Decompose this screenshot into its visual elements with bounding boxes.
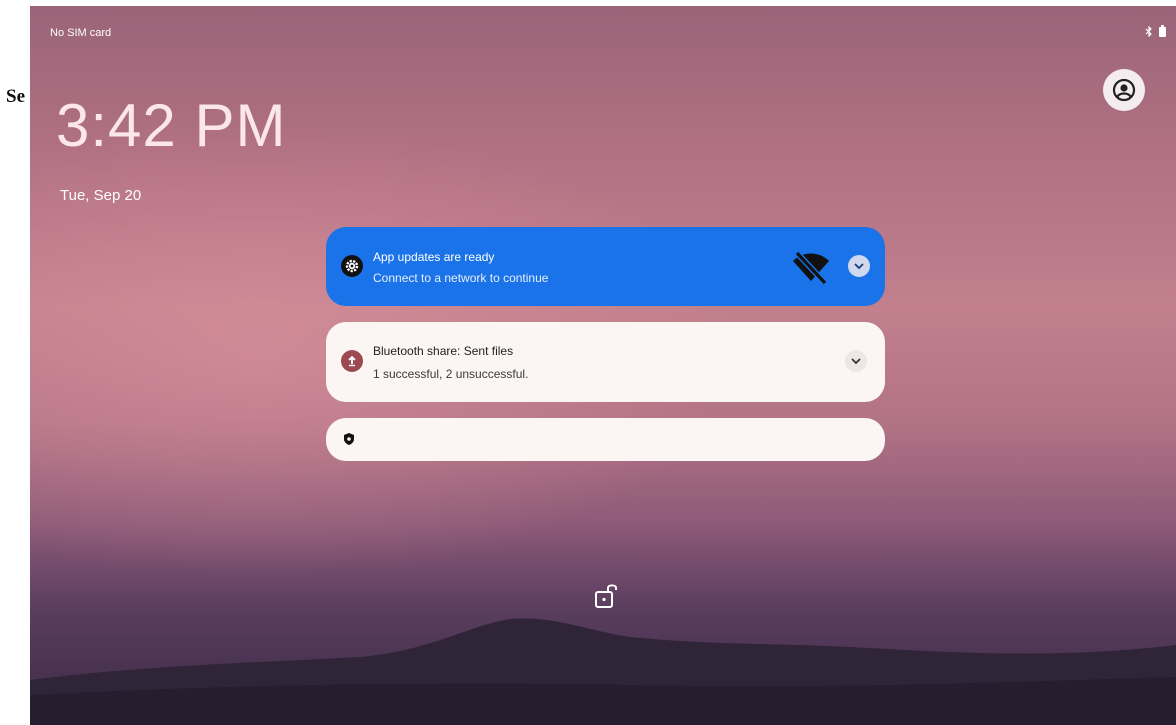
chevron-down-icon xyxy=(851,357,861,364)
status-icons xyxy=(1145,25,1166,37)
lock-screen: No SIM card 3:42 PM Tue, Sep 20 App upda… xyxy=(30,6,1176,725)
wifi-off-icon xyxy=(793,250,829,286)
notification-title: Bluetooth share: Sent files xyxy=(373,344,514,358)
notification-shield[interactable] xyxy=(326,418,885,461)
user-avatar-button[interactable] xyxy=(1103,69,1145,111)
upload-icon xyxy=(341,350,363,372)
bluetooth-icon xyxy=(1145,25,1152,37)
account-circle-icon xyxy=(1112,78,1136,102)
shield-icon xyxy=(339,429,359,449)
notification-title: App updates are ready xyxy=(373,250,495,264)
lockscreen-date: Tue, Sep 20 xyxy=(60,187,142,204)
battery-icon xyxy=(1159,25,1166,37)
lockscreen-clock: 3:42 PM xyxy=(56,92,287,159)
chevron-down-icon xyxy=(854,262,864,269)
page-stub-text: Se xyxy=(6,86,25,107)
settings-gear-icon xyxy=(341,255,363,277)
expand-button[interactable] xyxy=(845,350,867,372)
notification-text: Connect to a network to continue xyxy=(373,271,549,285)
unlock-icon[interactable] xyxy=(594,582,620,610)
expand-button[interactable] xyxy=(848,255,870,277)
notification-text: 1 successful, 2 unsuccessful. xyxy=(373,367,529,381)
notification-bluetooth-share[interactable]: Bluetooth share: Sent files 1 successful… xyxy=(326,322,885,402)
carrier-status: No SIM card xyxy=(50,27,112,39)
notification-app-updates[interactable]: App updates are ready Connect to a netwo… xyxy=(326,227,885,306)
